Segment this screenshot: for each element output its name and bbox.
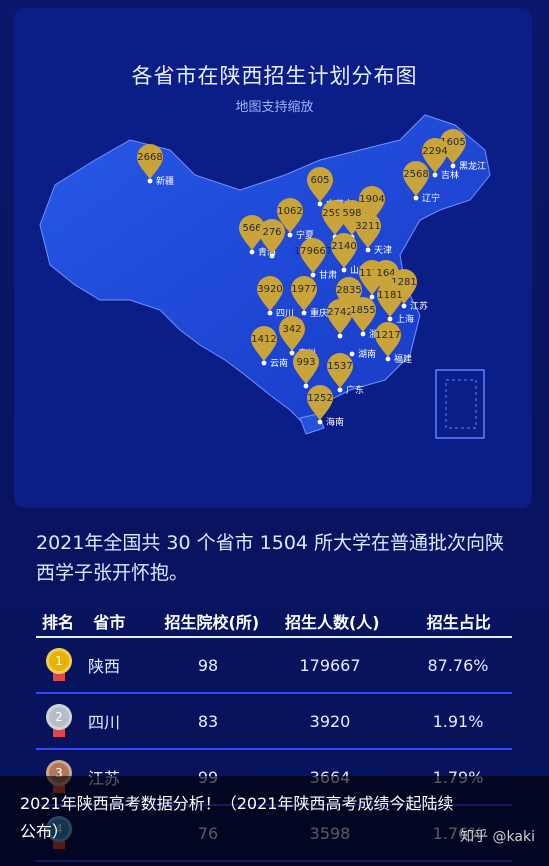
map-pin-value: 1062 <box>277 206 302 217</box>
city-dot <box>287 232 293 238</box>
article-footer-bar[interactable]: 2021年陕西高考数据分析！（2021年陕西高考成绩今起陆续公布） 知乎 @ka… <box>0 776 549 866</box>
city-dot <box>289 350 295 356</box>
page: 2668新疆1605黑龙江2294吉林2568辽宁605内蒙古190425955… <box>0 0 549 866</box>
city-dot <box>365 247 371 253</box>
rank-medal-icon: 2 <box>46 704 72 738</box>
city-dot <box>317 201 323 207</box>
map-pin-value: 1252 <box>307 393 332 404</box>
map-pin-value: 179667 <box>294 246 332 257</box>
watermark: 知乎 @kaki <box>460 829 535 845</box>
map-pin-value: 2835 <box>336 285 361 296</box>
map-pin-value: 1904 <box>359 194 384 205</box>
rank-medal-icon: 1 <box>46 648 72 682</box>
city-dot <box>349 351 355 357</box>
south-china-sea-islands <box>445 379 477 429</box>
province-cell: 陕西 <box>88 657 121 676</box>
city-dot <box>369 294 375 300</box>
city-dot <box>401 303 407 309</box>
map-pin-value: 276 <box>262 227 281 238</box>
table-header: 排名 省市 招生院校(所) 招生人数(人) 招生占比 <box>36 606 512 638</box>
header-schools: 招生院校(所) <box>164 613 260 632</box>
map-subtitle: 地图支持缩放 <box>235 100 314 115</box>
city-dot <box>413 195 419 201</box>
city-dot <box>387 316 393 322</box>
city-dot <box>341 267 347 273</box>
city-label: 湖南 <box>358 348 376 360</box>
city-label: 广东 <box>346 384 364 396</box>
map-pin-value: 2140 <box>331 241 356 252</box>
city-label: 云南 <box>270 357 288 369</box>
city-label: 上海 <box>396 313 414 325</box>
schools-cell: 98 <box>197 655 219 675</box>
map-pin-value: 3920 <box>257 284 282 295</box>
summary-text: 2021年全国共 30 个省市 1504 所大学在普通批次向陕西学子张开怀抱。 <box>36 532 505 584</box>
header-students: 招生人数(人) <box>284 613 380 632</box>
city-dot <box>269 253 275 259</box>
article-title[interactable]: 2021年陕西高考数据分析！（2021年陕西高考成绩今起陆续公布） <box>20 790 460 846</box>
city-dot <box>147 178 153 184</box>
map-pin-value: 2668 <box>137 152 162 163</box>
map-pin-value: 3211 <box>355 221 380 232</box>
city-label: 重庆 <box>310 307 328 319</box>
city-dot <box>249 249 255 255</box>
city-dot <box>317 419 323 425</box>
city-dot <box>303 383 309 389</box>
header-ratio: 招生占比 <box>426 613 491 632</box>
map-pin-value: 1412 <box>251 334 276 345</box>
city-label: 辽宁 <box>422 192 440 204</box>
city-dot <box>432 172 438 178</box>
students-cell: 179667 <box>299 655 361 675</box>
city-dot <box>301 310 307 316</box>
city-label: 海南 <box>326 416 344 428</box>
map-pin-value: 605 <box>310 175 329 186</box>
medal-disc: 1 <box>46 648 72 674</box>
city-dot <box>310 272 316 278</box>
map-pin-value: 1537 <box>327 361 352 372</box>
map-pin-value: 2294 <box>422 146 447 157</box>
map-pin-value: 2568 <box>403 169 428 180</box>
city-label: 天津 <box>374 245 392 256</box>
city-label: 新疆 <box>156 175 174 187</box>
map-pin-value: 993 <box>296 357 315 368</box>
ratio-cell: 87.76% <box>427 655 489 675</box>
schools-cell: 83 <box>197 711 219 731</box>
rank-cell: 1 <box>36 648 88 682</box>
province-cell: 四川 <box>88 713 121 732</box>
city-label: 吉林 <box>441 169 459 181</box>
map-pin-value: 1217 <box>375 330 400 341</box>
map-pin-value: 566 <box>242 223 261 234</box>
header-rank: 排名 <box>42 613 75 632</box>
rank-cell: 2 <box>36 704 88 738</box>
map-pin-value: 2742 <box>327 307 352 318</box>
ratio-cell: 1.91% <box>432 711 484 731</box>
map-pin-value: 342 <box>282 324 301 335</box>
medal-disc: 2 <box>46 704 72 730</box>
city-dot <box>261 360 267 366</box>
table-row: 2 四川 83 3920 1.91% <box>36 694 512 750</box>
header-province: 省市 <box>93 613 126 632</box>
map-title: 各省市在陕西招生计划分布图 <box>131 64 418 88</box>
city-label: 甘肃 <box>319 269 337 281</box>
city-dot <box>450 163 456 169</box>
students-cell: 3920 <box>309 711 351 731</box>
city-label: 黑龙江 <box>459 160 486 172</box>
city-dot <box>360 331 366 337</box>
city-dot <box>337 387 343 393</box>
city-dot <box>337 333 343 339</box>
table-row: 1 陕西 98 179667 87.76% <box>36 638 512 694</box>
map-pin-value: 1855 <box>350 305 375 316</box>
map-pin-value: 1181 <box>377 290 402 301</box>
china-outline <box>39 114 491 431</box>
city-label: 福建 <box>394 353 412 365</box>
city-dot <box>385 356 391 362</box>
city-dot <box>267 310 273 316</box>
city-label: 江苏 <box>410 300 428 312</box>
map-pin-value: 1977 <box>291 284 316 295</box>
